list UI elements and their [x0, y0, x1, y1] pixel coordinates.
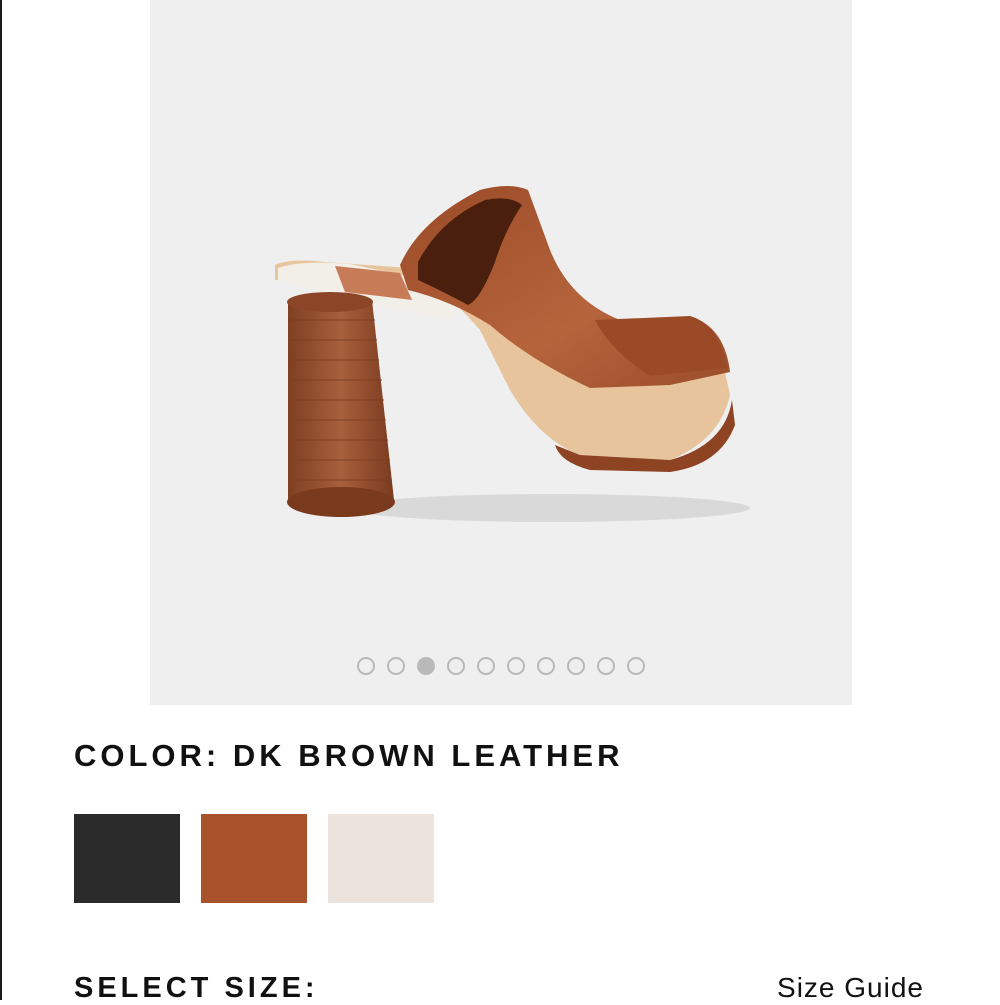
page-edge	[0, 0, 2, 1000]
gallery-dot-1[interactable]	[357, 657, 375, 675]
gallery-dot-5[interactable]	[477, 657, 495, 675]
gallery-dot-6[interactable]	[507, 657, 525, 675]
swatch-ivory[interactable]	[328, 814, 434, 903]
gallery-dot-10[interactable]	[627, 657, 645, 675]
gallery-dot-2[interactable]	[387, 657, 405, 675]
gallery-dot-7[interactable]	[537, 657, 555, 675]
gallery-dot-9[interactable]	[597, 657, 615, 675]
gallery-pagination	[150, 657, 852, 675]
swatch-dk-brown-leather[interactable]	[201, 814, 307, 903]
gallery-dot-3[interactable]	[417, 657, 435, 675]
size-guide-link[interactable]: Size Guide	[777, 972, 924, 1004]
select-size-label: SELECT SIZE:	[74, 972, 319, 1004]
gallery-dot-8[interactable]	[567, 657, 585, 675]
color-label: COLOR: DK BROWN LEATHER	[74, 738, 624, 774]
gallery-dot-4[interactable]	[447, 657, 465, 675]
product-image	[275, 186, 750, 522]
color-swatches	[74, 814, 434, 903]
product-image-gallery[interactable]	[150, 0, 852, 705]
color-label-prefix: COLOR:	[74, 738, 233, 773]
selected-color-name: DK BROWN LEATHER	[232, 738, 624, 773]
swatch-black[interactable]	[74, 814, 180, 903]
